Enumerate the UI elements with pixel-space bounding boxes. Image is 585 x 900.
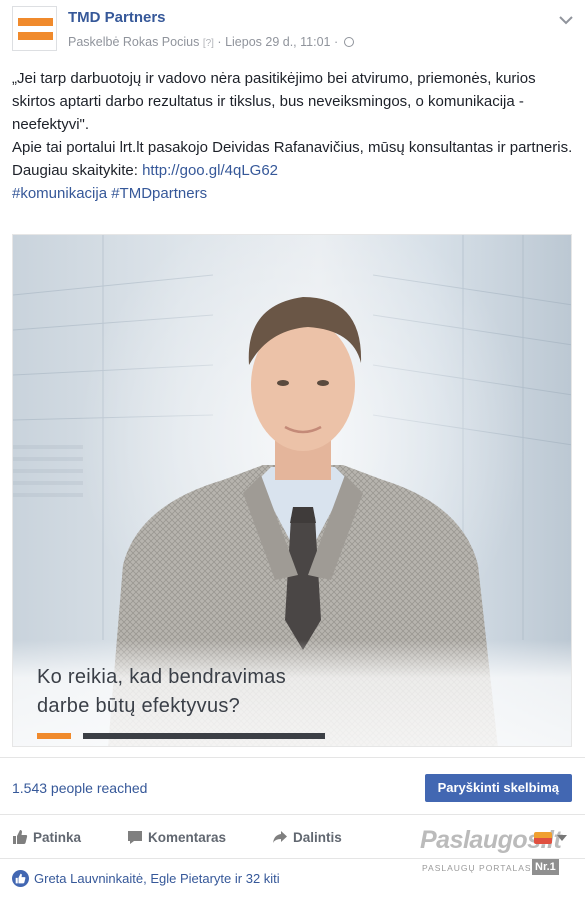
post-image[interactable]: Ko reikia, kad bendravimas darbe būtų ef… <box>12 234 572 747</box>
logo-bar-bottom <box>18 32 53 40</box>
divider-middle <box>0 814 585 815</box>
caption-line-2: darbe būtų efektyvus? <box>37 695 241 717</box>
post-text: „Jei tarp darbuotojų ir vadovo nėra pasi… <box>12 67 574 205</box>
share-label: Dalintis <box>293 830 342 845</box>
post-meta: Paskelbė Rokas Pocius [?] · Liepos 29 d.… <box>68 35 354 49</box>
posted-by-marker: [?] <box>202 38 214 49</box>
post-header: TMD Partners Paskelbė Rokas Pocius [?] ·… <box>12 6 574 56</box>
posted-by[interactable]: Paskelbė Rokas Pocius <box>68 35 199 49</box>
boost-post-button[interactable]: Paryškinti skelbimą <box>424 774 572 802</box>
like-label: Patinka <box>33 830 82 845</box>
meta-separator: · <box>217 35 222 49</box>
likers-text[interactable]: Greta Lauvninkaitė, Egle Pietaryte ir 32… <box>34 871 280 886</box>
image-caption: Ko reikia, kad bendravimas darbe būtų ef… <box>37 663 286 721</box>
insights-row: 1.543 people reached Paryškinti skelbimą <box>12 770 572 806</box>
post-hashtags[interactable]: #komunikacija #TMDpartners <box>12 182 574 205</box>
comment-icon <box>128 831 142 844</box>
comment-label: Komentaras <box>148 830 227 845</box>
read-more-line: Daugiau skaitykite: http://goo.gl/4qLG62 <box>12 159 574 182</box>
meta-separator-2: · <box>333 35 339 49</box>
chevron-down-icon[interactable] <box>558 14 574 26</box>
thumbs-up-icon <box>13 830 28 844</box>
caret-down-icon[interactable] <box>557 835 567 841</box>
divider-bottom <box>0 858 585 859</box>
page-logo[interactable] <box>12 6 57 51</box>
comment-button[interactable]: Komentaras <box>127 829 226 845</box>
like-button[interactable]: Patinka <box>12 829 81 845</box>
post-date[interactable]: Liepos 29 d., 11:01 <box>225 35 330 49</box>
accent-bar-orange <box>37 733 71 739</box>
post-link[interactable]: http://goo.gl/4qLG62 <box>142 162 278 179</box>
watermark-badge: Nr.1 <box>532 859 559 875</box>
people-reached-link[interactable]: 1.543 people reached <box>12 780 147 796</box>
share-arrow-icon <box>273 831 287 843</box>
page-name-link[interactable]: TMD Partners <box>68 9 166 26</box>
globe-icon[interactable] <box>343 37 354 47</box>
caption-line-1: Ko reikia, kad bendravimas <box>37 666 287 688</box>
share-button[interactable]: Dalintis <box>272 829 342 845</box>
page-avatar-icon[interactable] <box>534 832 552 844</box>
watermark-subtitle: PASLAUGŲ PORTALAS <box>422 863 532 873</box>
like-reaction-icon <box>12 870 29 887</box>
post-paragraph-quote: „Jei tarp darbuotojų ir vadovo nėra pasi… <box>12 70 536 133</box>
likers-row[interactable]: Greta Lauvninkaitė, Egle Pietaryte ir 32… <box>12 870 280 887</box>
divider-top <box>0 757 585 758</box>
read-more-label: Daugiau skaitykite: <box>12 162 138 179</box>
logo-bar-top <box>18 18 53 26</box>
accent-bar-gray <box>83 733 325 739</box>
post-paragraph-about: Apie tai portalui lrt.lt pasakojo Deivid… <box>12 139 573 156</box>
